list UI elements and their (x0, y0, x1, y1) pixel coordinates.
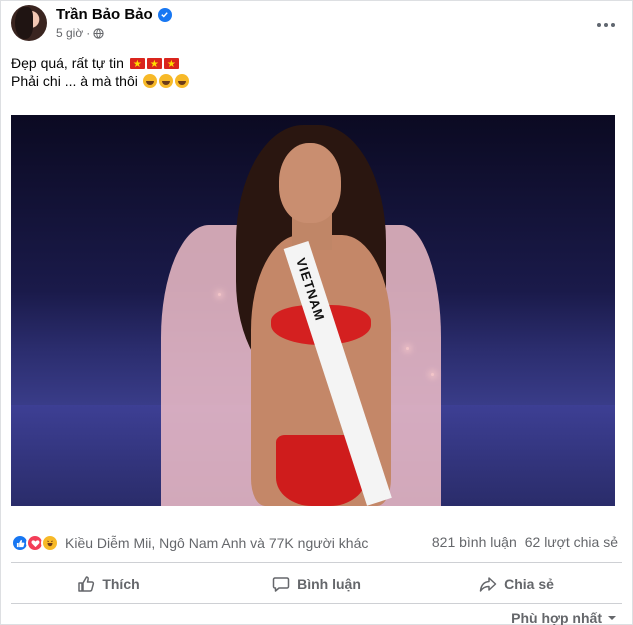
vietnam-flag-icon (163, 56, 179, 74)
rofl-emoji-icon (158, 74, 173, 88)
engagement-counts: 821 bình luận 62 lượt chia sẻ (432, 534, 618, 550)
like-label: Thích (102, 576, 140, 592)
caption-line-1: Đẹp quá, rất tự tin (11, 54, 189, 74)
comment-sort-dropdown[interactable]: Phù hợp nhất (511, 610, 618, 625)
verified-badge-icon (157, 7, 172, 22)
more-options-button[interactable] (592, 11, 620, 39)
rofl-emoji-icon (142, 74, 157, 88)
thumbs-up-icon (78, 576, 95, 592)
post-photo[interactable]: VIETNAM (11, 115, 615, 506)
caption-line-2: Phải chi ... à mà thôi (11, 72, 189, 90)
share-arrow-icon (479, 577, 497, 592)
author-avatar[interactable] (11, 5, 47, 41)
author-name[interactable]: Trần Bảo Bảo (56, 6, 153, 23)
divider-bottom (11, 603, 622, 604)
like-button[interactable]: Thích (11, 567, 206, 601)
contestant-face (279, 143, 341, 223)
reactors-text[interactable]: Kiều Diễm Mii, Ngô Nam Anh và 77K người … (65, 535, 368, 551)
sort-label: Phù hợp nhất (511, 610, 602, 625)
share-count[interactable]: 62 lượt chia sẻ (525, 534, 618, 550)
meta-separator: · (86, 26, 91, 40)
vietnam-flag-icon (146, 56, 162, 74)
reactions-summary[interactable]: Kiều Diễm Mii, Ngô Nam Anh và 77K người … (11, 534, 368, 552)
author-row: Trần Bảo Bảo (56, 6, 172, 23)
vietnam-flag-icon (129, 56, 145, 74)
share-label: Chia sẻ (504, 576, 554, 592)
facebook-post: Trần Bảo Bảo 5 giờ · Đẹp quá, rất tự tin… (0, 0, 633, 625)
haha-icon (41, 534, 59, 552)
comment-bubble-icon (272, 577, 290, 592)
post-caption: Đẹp quá, rất tự tin Phải chi ... à mà th… (11, 54, 189, 90)
chevron-down-icon (608, 616, 616, 620)
post-time[interactable]: 5 giờ (56, 26, 83, 40)
comment-button[interactable]: Bình luận (219, 567, 414, 601)
divider-top (11, 562, 622, 563)
share-button[interactable]: Chia sẻ (419, 567, 614, 601)
rofl-emoji-icon (174, 74, 189, 88)
post-meta: 5 giờ · (56, 26, 104, 40)
comment-count[interactable]: 821 bình luận (432, 534, 517, 550)
comment-label: Bình luận (297, 576, 361, 592)
globe-icon (93, 27, 104, 39)
